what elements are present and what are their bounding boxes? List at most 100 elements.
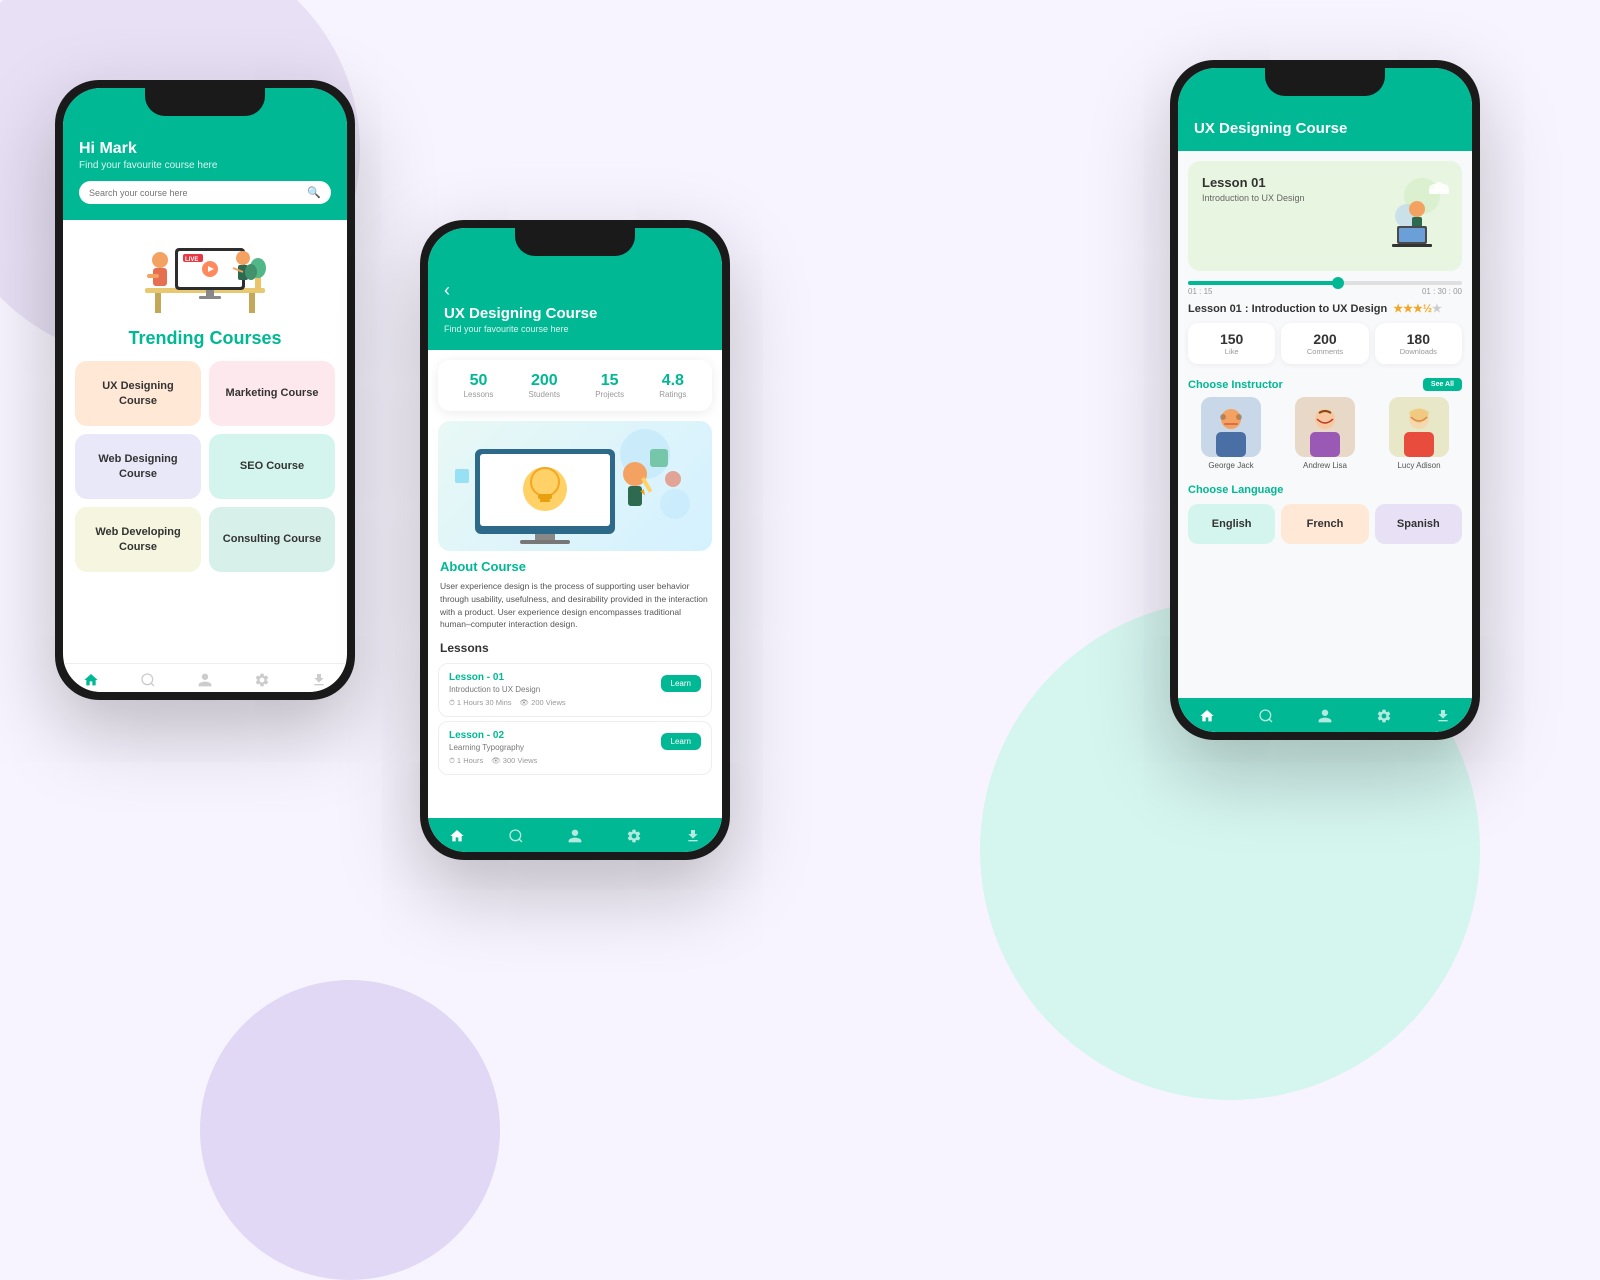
stat-downloads-label: Downloads <box>1379 347 1458 356</box>
phone2-back-button[interactable]: ‹ <box>444 280 706 301</box>
phone3: UX Designing Course Lesson 01 Introducti… <box>1170 60 1480 740</box>
nav-search[interactable] <box>140 672 156 688</box>
lesson2-time: ⏱ 1 Hours <box>449 756 483 766</box>
video-illustration <box>1362 171 1452 261</box>
instructors-list: George Jack Andrew Lisa <box>1178 397 1472 470</box>
stat-projects: 15 Projects <box>595 372 624 399</box>
lesson-item-1: Lesson - 01 Introduction to UX Design Le… <box>438 663 712 717</box>
nav-settings[interactable] <box>254 672 270 688</box>
phone1: Hi Mark Find your favourite course here … <box>55 80 355 700</box>
trending-courses-title: Trending Courses <box>75 328 335 349</box>
see-all-button[interactable]: See All <box>1423 378 1462 391</box>
lesson1-name: Lesson - 01 <box>449 672 540 683</box>
phone2-lessons-title: Lessons <box>428 631 722 659</box>
phone3-title: UX Designing Course <box>1194 120 1456 137</box>
language-spanish[interactable]: Spanish <box>1375 504 1462 544</box>
stat-ratings: 4.8 Ratings <box>659 372 686 399</box>
nav-download[interactable] <box>311 672 327 688</box>
stat-students-num: 200 <box>529 372 561 390</box>
stat-lessons-num: 50 <box>464 372 494 390</box>
phone1-notch <box>145 88 265 116</box>
lesson1-views: 👁 200 Views <box>520 698 566 708</box>
p3-nav-settings[interactable] <box>1376 708 1392 724</box>
course-card-ux[interactable]: UX Designing Course <box>75 361 201 426</box>
language-english[interactable]: English <box>1188 504 1275 544</box>
stat-lessons-label: Lessons <box>464 390 494 399</box>
p3-nav-search[interactable] <box>1258 708 1274 724</box>
instructor-george[interactable]: George Jack <box>1188 397 1274 470</box>
nav-profile[interactable] <box>197 672 213 688</box>
course-card-seo[interactable]: SEO Course <box>209 434 335 499</box>
phone3-lesson-label: Lesson 01 : Introduction to UX Design ★★… <box>1178 302 1472 315</box>
course-card-web-dev[interactable]: Web Developing Course <box>75 507 201 572</box>
lesson1-meta: ⏱ 1 Hours 30 Mins 👁 200 Views <box>449 698 701 708</box>
phone2-subtitle: Find your favourite course here <box>444 324 706 334</box>
phone3-progress-bar[interactable] <box>1188 281 1462 285</box>
lesson1-time: ⏱ 1 Hours 30 Mins <box>449 698 512 708</box>
p2-nav-settings[interactable] <box>626 828 642 844</box>
phone1-body: LIVE Trending Courses UX Designing Cours… <box>63 220 347 582</box>
p2-nav-home[interactable] <box>449 828 465 844</box>
instructor-george-name: George Jack <box>1188 461 1274 470</box>
phone3-video-thumbnail[interactable]: Lesson 01 Introduction to UX Design <box>1188 161 1462 271</box>
course-card-marketing[interactable]: Marketing Course <box>209 361 335 426</box>
phone3-stat-comments: 200 Comments <box>1281 323 1368 364</box>
phone3-stat-like: 150 Like <box>1188 323 1275 364</box>
instructor-andrew[interactable]: Andrew Lisa <box>1282 397 1368 470</box>
lesson2-learn-button[interactable]: Learn <box>661 733 701 750</box>
stat-projects-num: 15 <box>595 372 624 390</box>
search-icon[interactable]: 🔍 <box>307 186 321 199</box>
instructor-andrew-name: Andrew Lisa <box>1282 461 1368 470</box>
language-french[interactable]: French <box>1281 504 1368 544</box>
svg-text:LIVE: LIVE <box>185 257 198 263</box>
instructor-lucy-photo <box>1389 397 1449 457</box>
phone2-about: About Course User experience design is t… <box>428 559 722 631</box>
stat-like-num: 150 <box>1192 331 1271 347</box>
lesson2-views: 👁 300 Views <box>491 756 537 766</box>
phone2: ‹ UX Designing Course Find your favourit… <box>420 220 730 860</box>
phone2-title: UX Designing Course <box>444 305 706 322</box>
phone3-progress-fill <box>1188 281 1339 285</box>
lesson2-sub: Learning Typography <box>449 743 524 752</box>
phone1-illustration: LIVE <box>75 230 335 320</box>
lesson2-name: Lesson - 02 <box>449 730 524 741</box>
lesson1-top: Lesson - 01 Introduction to UX Design Le… <box>449 672 701 694</box>
time-start: 01 : 15 <box>1188 287 1212 296</box>
phone3-bottom-nav <box>1178 698 1472 732</box>
p2-nav-search[interactable] <box>508 828 524 844</box>
phone1-bottom-nav <box>63 663 347 692</box>
phone3-stat-downloads: 180 Downloads <box>1375 323 1462 364</box>
phone2-about-title: About Course <box>440 559 710 574</box>
rating-stars: ★★★½★ <box>1393 302 1442 315</box>
course-card-web-design[interactable]: Web Designing Course <box>75 434 201 499</box>
nav-home[interactable] <box>83 672 99 688</box>
p3-nav-download[interactable] <box>1435 708 1451 724</box>
time-end: 01 : 30 : 00 <box>1422 287 1462 296</box>
phone2-illustration <box>438 421 712 551</box>
instructor-george-photo <box>1201 397 1261 457</box>
stat-ratings-label: Ratings <box>659 390 686 399</box>
lesson2-top: Lesson - 02 Learning Typography Learn <box>449 730 701 752</box>
instructor-lucy-name: Lucy Adison <box>1376 461 1462 470</box>
instructor-lucy[interactable]: Lucy Adison <box>1376 397 1462 470</box>
stat-projects-label: Projects <box>595 390 624 399</box>
phone1-subtitle: Find your favourite course here <box>79 160 331 171</box>
phone1-search-bar[interactable]: 🔍 <box>79 181 331 204</box>
phone3-body: Lesson 01 Introduction to UX Design <box>1178 151 1472 732</box>
p3-nav-home[interactable] <box>1199 708 1215 724</box>
lesson1-learn-button[interactable]: Learn <box>661 675 701 692</box>
phone2-stats: 50 Lessons 200 Students 15 Projects 4.8 … <box>438 360 712 411</box>
course-illustration-svg <box>445 424 705 549</box>
phone3-instructor-section: Choose Instructor See All <box>1178 374 1472 397</box>
phone2-about-text: User experience design is the process of… <box>440 580 710 631</box>
p2-nav-download[interactable] <box>685 828 701 844</box>
phone1-search-input[interactable] <box>89 188 307 198</box>
p3-nav-profile[interactable] <box>1317 708 1333 724</box>
lesson2-meta: ⏱ 1 Hours 👁 300 Views <box>449 756 701 766</box>
stat-lessons: 50 Lessons <box>464 372 494 399</box>
phone1-greeting: Hi Mark <box>79 140 331 158</box>
lesson-item-2: Lesson - 02 Learning Typography Learn ⏱ … <box>438 721 712 775</box>
course-card-consulting[interactable]: Consulting Course <box>209 507 335 572</box>
instructor-andrew-photo <box>1295 397 1355 457</box>
p2-nav-profile[interactable] <box>567 828 583 844</box>
